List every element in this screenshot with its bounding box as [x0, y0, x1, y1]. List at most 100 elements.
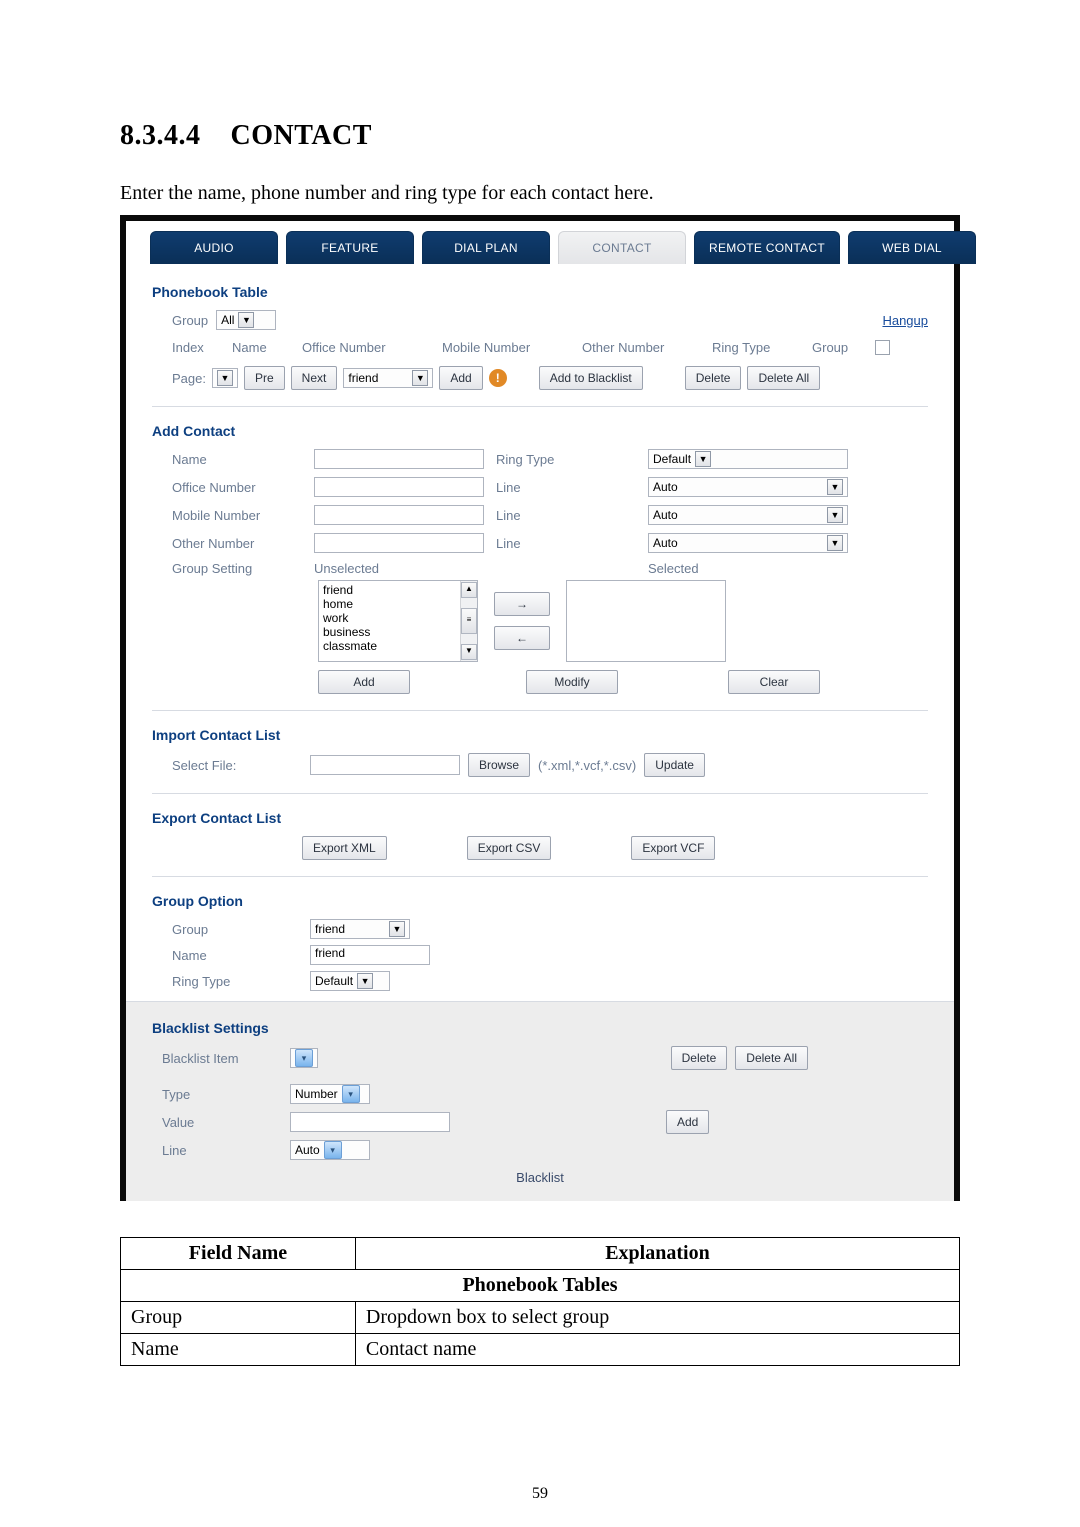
chevron-down-icon: ▼ — [827, 535, 843, 551]
list-item[interactable]: work — [323, 611, 473, 625]
search-value: friend — [348, 371, 378, 385]
import-filetypes: (*.xml,*.vcf,*.csv) — [538, 758, 636, 773]
table-row: Name Contact name — [121, 1334, 960, 1366]
group-select[interactable]: All ▼ — [216, 310, 276, 330]
blacklist-footer: Blacklist — [152, 1170, 928, 1185]
ac-mobile-line-select[interactable]: Auto ▼ — [648, 505, 848, 525]
import-file-input[interactable] — [310, 755, 460, 775]
bl-delete-all-button[interactable]: Delete All — [735, 1046, 808, 1070]
ac-mobile-line-label: Line — [496, 508, 636, 523]
go-rt-select[interactable]: Default ▼ — [310, 971, 390, 991]
ac-ringtype-label: Ring Type — [496, 452, 636, 467]
go-name-label: Name — [172, 948, 302, 963]
bl-delete-button[interactable]: Delete — [671, 1046, 728, 1070]
list-item[interactable]: home — [323, 597, 473, 611]
update-button[interactable]: Update — [644, 753, 705, 777]
select-file-label: Select File: — [172, 758, 302, 773]
table-row: Group Dropdown box to select group — [121, 1302, 960, 1334]
add-to-blacklist-button[interactable]: Add to Blacklist — [539, 366, 643, 390]
ac-other-line-value: Auto — [653, 536, 678, 550]
tab-dial-plan[interactable]: DIAL PLAN — [422, 231, 550, 264]
browse-button[interactable]: Browse — [468, 753, 530, 777]
list-item[interactable]: business — [323, 625, 473, 639]
bl-item-select[interactable]: ▾ — [290, 1048, 318, 1068]
ac-other-line-label: Line — [496, 536, 636, 551]
ac-add-button[interactable]: Add — [318, 670, 410, 694]
search-select[interactable]: friend ▼ — [343, 368, 433, 388]
chevron-down-icon: ▾ — [342, 1085, 360, 1103]
export-csv-button[interactable]: Export CSV — [467, 836, 552, 860]
cell-explain: Dropdown box to select group — [355, 1302, 959, 1334]
export-xml-button[interactable]: Export XML — [302, 836, 387, 860]
move-left-button[interactable]: ← — [494, 626, 550, 650]
ac-other-line-select[interactable]: Auto ▼ — [648, 533, 848, 553]
scroll-up-icon[interactable]: ▲ — [461, 582, 477, 598]
bl-value-input[interactable] — [290, 1112, 450, 1132]
ac-ringtype-select[interactable]: Default ▼ — [648, 449, 848, 469]
table-section-phonebook: Phonebook Tables — [121, 1270, 960, 1302]
add-search-button[interactable]: Add — [439, 366, 482, 390]
bl-line-label: Line — [162, 1143, 282, 1158]
cell-field: Group — [121, 1302, 356, 1334]
ac-office-line-label: Line — [496, 480, 636, 495]
heading-title: CONTACT — [231, 120, 372, 151]
scroll-down-icon[interactable]: ▼ — [461, 644, 477, 660]
bl-line-select[interactable]: Auto ▾ — [290, 1140, 370, 1160]
bl-type-label: Type — [162, 1087, 282, 1102]
ac-office-line-value: Auto — [653, 480, 678, 494]
group-value: All — [221, 313, 234, 327]
ac-name-label: Name — [172, 452, 302, 467]
ac-name-input[interactable] — [314, 449, 484, 469]
ac-office-input[interactable] — [314, 477, 484, 497]
page-number: 59 — [0, 1485, 1080, 1503]
ac-unselected-list[interactable]: friend home work business classmate ▲ ≡ … — [318, 580, 478, 662]
cell-field: Name — [121, 1334, 356, 1366]
list-item[interactable]: classmate — [323, 639, 473, 653]
ac-modify-button[interactable]: Modify — [526, 670, 618, 694]
pre-button[interactable]: Pre — [244, 366, 285, 390]
ac-clear-button[interactable]: Clear — [728, 670, 820, 694]
scroll-thumb[interactable]: ≡ — [461, 608, 477, 634]
go-group-select[interactable]: friend ▼ — [310, 919, 410, 939]
next-button[interactable]: Next — [291, 366, 338, 390]
bl-add-button[interactable]: Add — [666, 1110, 709, 1134]
th-index: Index — [172, 340, 232, 358]
go-rt-label: Ring Type — [172, 974, 302, 989]
scrollbar[interactable]: ▲ ≡ ▼ — [460, 581, 477, 661]
group-label: Group — [172, 313, 208, 328]
section-heading: 8.3.4.4 CONTACT — [120, 120, 960, 152]
bl-line-value: Auto — [295, 1143, 320, 1157]
bl-value-label: Value — [162, 1115, 282, 1130]
tab-feature[interactable]: FEATURE — [286, 231, 414, 264]
th-office-number: Office Number — [302, 340, 442, 358]
th-ring-type: Ring Type — [712, 340, 812, 358]
hangup-link[interactable]: Hangup — [882, 313, 928, 328]
tab-remote-contact[interactable]: REMOTE CONTACT — [694, 231, 840, 264]
ac-selected-list[interactable] — [566, 580, 726, 662]
ac-selected-label: Selected — [648, 561, 848, 576]
move-right-button[interactable]: → — [494, 592, 550, 616]
export-vcf-button[interactable]: Export VCF — [631, 836, 715, 860]
delete-all-button[interactable]: Delete All — [747, 366, 820, 390]
import-title: Import Contact List — [152, 727, 928, 743]
bl-type-select[interactable]: Number ▾ — [290, 1084, 370, 1104]
go-name-input[interactable]: friend — [310, 945, 430, 965]
tab-web-dial[interactable]: WEB DIAL — [848, 231, 976, 264]
chevron-down-icon: ▼ — [412, 370, 428, 386]
ac-mobile-input[interactable] — [314, 505, 484, 525]
page-select[interactable]: ▼ — [212, 368, 238, 388]
help-icon[interactable]: ! — [489, 369, 507, 387]
ac-mobile-label: Mobile Number — [172, 508, 302, 523]
delete-button[interactable]: Delete — [685, 366, 742, 390]
tab-audio[interactable]: AUDIO — [150, 231, 278, 264]
list-item[interactable]: friend — [323, 583, 473, 597]
th-explanation: Explanation — [355, 1238, 959, 1270]
th-select-all[interactable] — [872, 340, 890, 358]
ac-other-input[interactable] — [314, 533, 484, 553]
ac-office-line-select[interactable]: Auto ▼ — [648, 477, 848, 497]
go-rt-value: Default — [315, 974, 353, 988]
export-title: Export Contact List — [152, 810, 928, 826]
ac-office-label: Office Number — [172, 480, 302, 495]
cell-explain: Contact name — [355, 1334, 959, 1366]
tab-contact[interactable]: CONTACT — [558, 231, 686, 264]
